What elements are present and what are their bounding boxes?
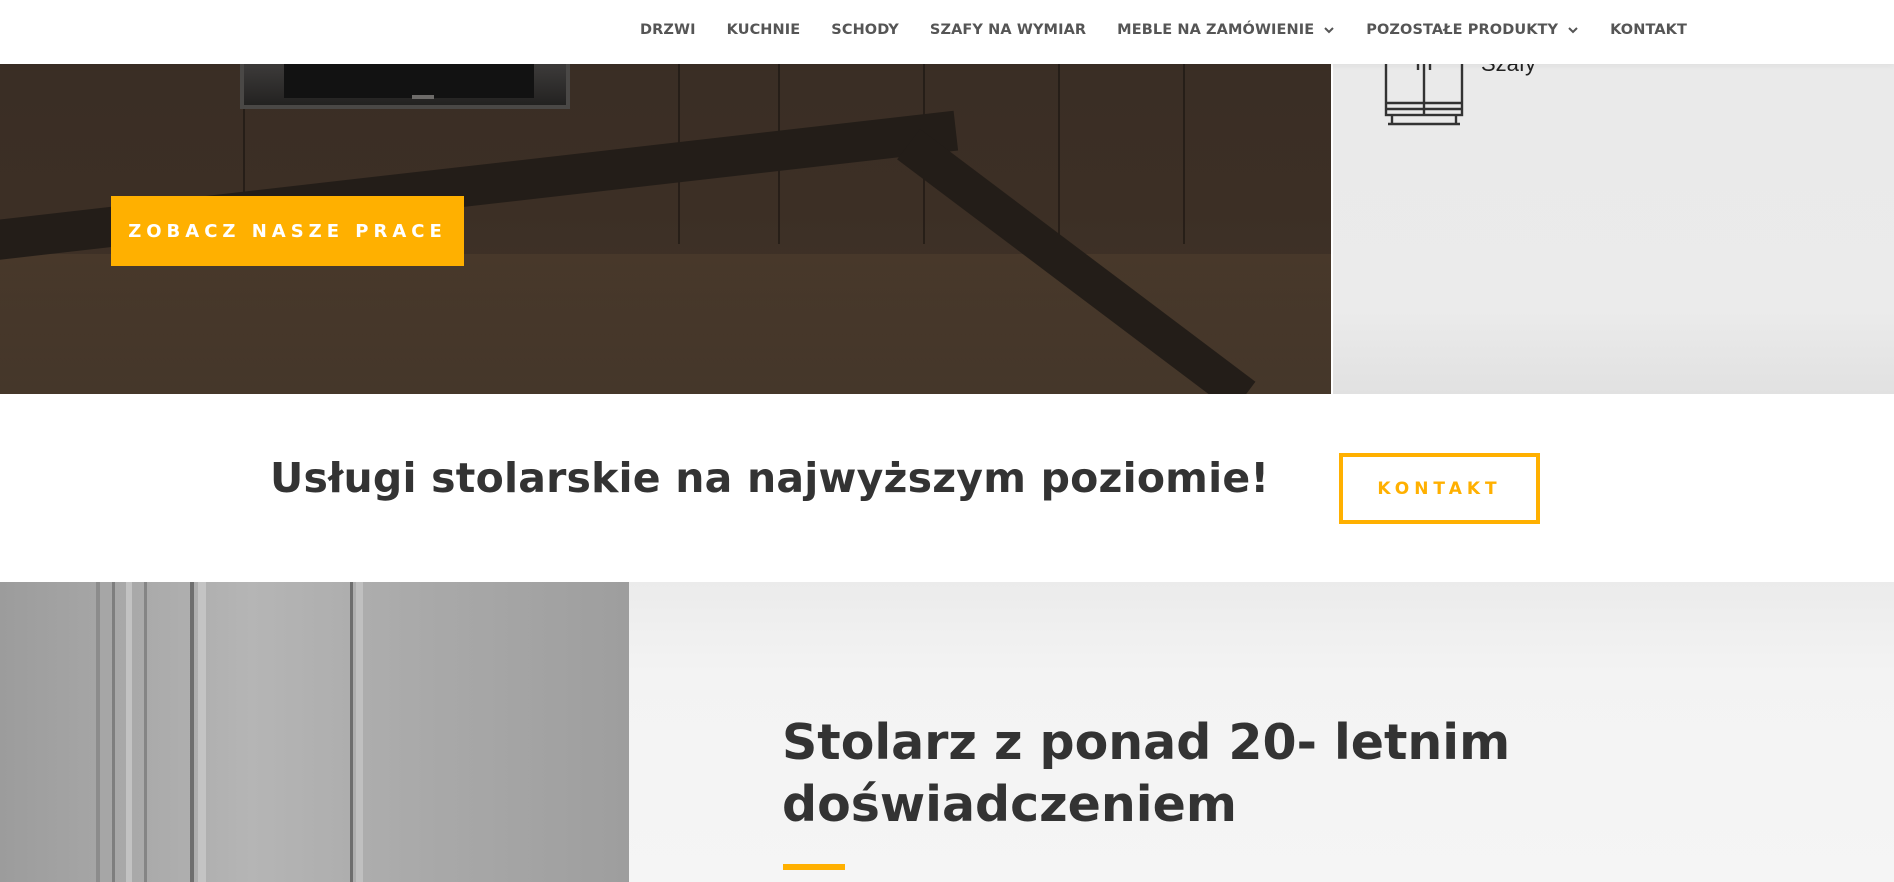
- main-nav: DRZWI KUCHNIE SCHODY SZAFY NA WYMIAR MEB…: [640, 0, 1687, 60]
- nav-item-szafy-na-wymiar[interactable]: SZAFY NA WYMIAR: [930, 22, 1086, 38]
- nav-item-kontakt[interactable]: KONTAKT: [1610, 22, 1687, 38]
- nav-item-label: SZAFY NA WYMIAR: [929, 22, 1087, 38]
- nav-item-kuchnie[interactable]: KUCHNIE: [727, 22, 801, 38]
- cabinet-panel: [1060, 64, 1185, 244]
- chevron-down-icon: [1323, 24, 1335, 36]
- nav-item-label: SCHODY: [831, 22, 899, 38]
- hero-kitchen-photo: ZOBACZ NASZE PRACE: [0, 64, 1331, 394]
- nav-item-meble-na-zamowienie[interactable]: MEBLE NA ZAMÓWIENIE: [1117, 22, 1335, 38]
- see-our-work-button[interactable]: ZOBACZ NASZE PRACE: [111, 196, 464, 266]
- door-groove: [190, 582, 194, 882]
- heading-accent-bar: [783, 864, 845, 870]
- nav-item-schody[interactable]: SCHODY: [831, 22, 899, 38]
- door-groove: [198, 582, 206, 882]
- oven-logo: [412, 95, 434, 99]
- tagline-heading: Usługi stolarskie na najwyższym poziomie…: [270, 454, 1270, 502]
- door-groove: [112, 582, 115, 882]
- nav-item-label: KONTAKT: [1610, 22, 1687, 38]
- oven-appliance: [240, 64, 570, 109]
- hero-side-panel: Szafy: [1331, 51, 1894, 394]
- nav-item-label: MEBLE NA ZAMÓWIENIE: [1117, 22, 1315, 38]
- chevron-down-icon: [1567, 24, 1579, 36]
- oven-window: [284, 64, 534, 98]
- tagline-section: Usługi stolarskie na najwyższym poziomie…: [0, 394, 1894, 582]
- nav-item-label: KUCHNIE: [726, 22, 801, 38]
- nav-item-drzwi[interactable]: DRZWI: [640, 22, 696, 38]
- door-groove: [144, 582, 147, 882]
- nav-item-label: DRZWI: [640, 22, 696, 38]
- site-header: DRZWI KUCHNIE SCHODY SZAFY NA WYMIAR MEB…: [0, 0, 1894, 64]
- door-groove: [96, 582, 100, 882]
- about-section: Stolarz z ponad 20- letnim doświadczenie…: [629, 582, 1894, 882]
- door-groove: [356, 582, 363, 882]
- nav-item-pozostale-produkty[interactable]: POZOSTAŁE PRODUKTY: [1366, 22, 1579, 38]
- nav-item-label: POZOSTAŁE PRODUKTY: [1366, 22, 1559, 38]
- door-groove: [126, 582, 132, 882]
- contact-button[interactable]: KONTAKT: [1339, 453, 1540, 524]
- door-groove: [350, 582, 353, 882]
- about-heading: Stolarz z ponad 20- letnim doświadczenie…: [782, 714, 1511, 833]
- about-door-photo: [0, 582, 629, 882]
